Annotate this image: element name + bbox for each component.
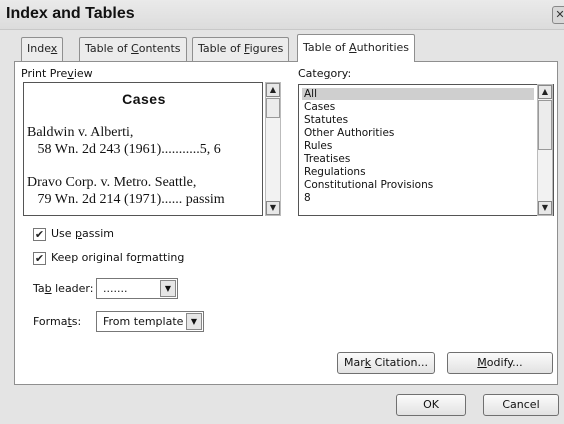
preview-heading: Cases xyxy=(122,91,166,107)
category-item-all[interactable]: All xyxy=(302,88,534,100)
scroll-up-icon[interactable]: ▲ xyxy=(266,83,280,97)
tab-toc-label-post: ontents xyxy=(138,42,181,55)
chevron-down-icon[interactable]: ▼ xyxy=(160,280,176,297)
preview-scroll-thumb[interactable] xyxy=(266,98,280,118)
tab-leader-label-pre: Ta xyxy=(33,282,45,295)
category-label-pre: Cate xyxy=(298,67,324,80)
print-preview-box: Cases Baldwin v. Alberti, 58 Wn. 2d 243 … xyxy=(23,82,263,216)
title-bar[interactable]: Index and Tables ✕ xyxy=(0,0,564,30)
use-passim-label-pre: Use xyxy=(51,227,76,240)
cancel-button[interactable]: Cancel xyxy=(483,394,559,416)
keep-formatting-label-post: matting xyxy=(141,251,185,264)
category-label: Category: xyxy=(298,67,351,80)
tab-table-of-contents[interactable]: Table of Contents xyxy=(79,37,187,61)
tab-toc-label-pre: Table of xyxy=(85,42,132,55)
tab-table-of-figures[interactable]: Table of Figures xyxy=(192,37,290,61)
modify-label-post: odify... xyxy=(486,356,523,369)
keep-original-formatting-label: Keep original formatting xyxy=(51,251,184,264)
dialog-title: Index and Tables xyxy=(6,5,135,22)
category-item-rules[interactable]: Rules xyxy=(302,140,534,152)
tab-toc-accesskey: C xyxy=(131,42,139,55)
formats-value: From template xyxy=(103,315,184,328)
category-label-post: ory: xyxy=(330,67,352,80)
tab-tof-label-post: igures xyxy=(249,42,284,55)
use-passim-label-post: assim xyxy=(82,227,115,240)
tab-index[interactable]: Index xyxy=(21,37,64,61)
preview-line: 58 Wn. 2d 243 (1961)...........5, 6 xyxy=(27,142,221,157)
keep-original-formatting-checkbox[interactable]: ✔ xyxy=(33,252,46,265)
preview-line: 79 Wn. 2d 214 (1971)...... passim xyxy=(27,192,225,207)
formats-label-pre: Forma xyxy=(33,315,68,328)
category-item-constitutional-provisions[interactable]: Constitutional Provisions xyxy=(302,179,534,191)
tab-toa-label-pre: Table of xyxy=(303,41,350,54)
scroll-down-icon[interactable]: ▼ xyxy=(266,201,280,215)
preview-scrollbar[interactable]: ▲ ▼ xyxy=(265,82,281,216)
close-icon[interactable]: ✕ xyxy=(552,6,564,24)
tab-tof-label-pre: Table of xyxy=(198,42,245,55)
tab-index-label-pre: Inde xyxy=(27,42,51,55)
formats-dropdown[interactable]: From template ▼ xyxy=(96,311,204,332)
modify-accesskey: M xyxy=(477,356,487,369)
formats-label: Formats: xyxy=(33,315,81,328)
keep-formatting-label-pre: Keep original fo xyxy=(51,251,137,264)
tab-toa-accesskey: A xyxy=(349,41,357,54)
category-item-treatises[interactable]: Treatises xyxy=(302,153,534,165)
preview-line: Dravo Corp. v. Metro. Seattle, xyxy=(27,175,197,190)
scroll-up-icon[interactable]: ▲ xyxy=(538,85,552,99)
formats-label-post: s: xyxy=(71,315,82,328)
category-item-regulations[interactable]: Regulations xyxy=(302,166,534,178)
use-passim-checkbox[interactable]: ✔ xyxy=(33,228,46,241)
category-list[interactable]: All Cases Statutes Other Authorities Rul… xyxy=(298,84,554,216)
tab-index-accesskey: x xyxy=(50,42,58,55)
print-preview-label-pre: Print Pre xyxy=(21,67,68,80)
mark-citation-label-post: Citation... xyxy=(371,356,428,369)
modify-button[interactable]: Modify... xyxy=(447,352,553,374)
mark-citation-label-pre: Mar xyxy=(344,356,365,369)
use-passim-label: Use passim xyxy=(51,227,114,240)
category-scroll-thumb[interactable] xyxy=(538,100,552,150)
mark-citation-button[interactable]: Mark Citation... xyxy=(337,352,435,374)
category-item-other-authorities[interactable]: Other Authorities xyxy=(302,127,534,139)
tab-leader-accesskey: b xyxy=(44,282,52,295)
category-item-statutes[interactable]: Statutes xyxy=(302,114,534,126)
tab-leader-dropdown[interactable]: ....... ▼ xyxy=(96,278,178,299)
tab-table-of-authorities[interactable]: Table of Authorities xyxy=(297,34,416,62)
print-preview-label-post: iew xyxy=(73,67,93,80)
preview-line: Baldwin v. Alberti, xyxy=(27,125,134,140)
category-scrollbar[interactable]: ▲ ▼ xyxy=(537,84,553,216)
print-preview-label: Print Preview xyxy=(21,67,93,80)
category-item-8[interactable]: 8 xyxy=(302,192,534,204)
tab-leader-label: Tab leader: xyxy=(33,282,93,295)
chevron-down-icon[interactable]: ▼ xyxy=(186,313,202,330)
use-passim-accesskey: p xyxy=(75,227,83,240)
tab-toa-label-post: uthorities xyxy=(356,41,410,54)
index-and-tables-dialog: Index and Tables ✕ Index Table of Conten… xyxy=(0,0,564,424)
tab-leader-label-post: leader: xyxy=(51,282,94,295)
category-accesskey: g xyxy=(323,67,331,80)
category-item-cases[interactable]: Cases xyxy=(302,101,534,113)
scroll-down-icon[interactable]: ▼ xyxy=(538,201,552,215)
tab-leader-value: ....... xyxy=(103,282,128,295)
ok-button[interactable]: OK xyxy=(396,394,466,416)
